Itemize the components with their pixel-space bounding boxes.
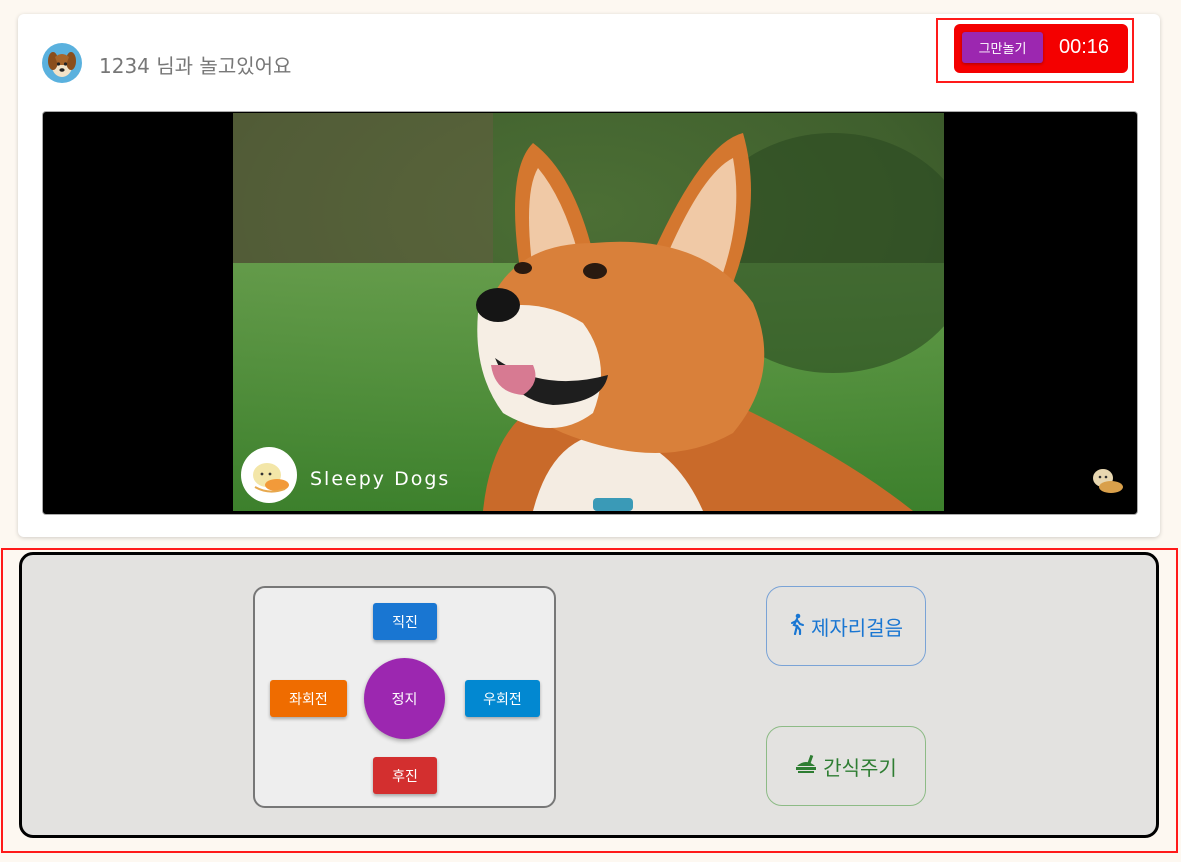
walking-person-icon bbox=[789, 613, 805, 640]
give-treat-button[interactable]: 간식주기 bbox=[766, 726, 926, 806]
elapsed-timer: 00:16 bbox=[1059, 36, 1110, 58]
forward-button[interactable]: 직진 bbox=[373, 603, 437, 640]
video-stream: Sleepy Dogs bbox=[42, 111, 1138, 515]
food-bowl-icon bbox=[795, 754, 817, 779]
turn-right-button[interactable]: 우회전 bbox=[465, 680, 540, 717]
session-title: 1234 님과 놀고있어요 bbox=[99, 54, 292, 78]
timer-box: 그만놀기 00:16 bbox=[954, 24, 1128, 73]
sleepy-dogs-logo bbox=[241, 447, 297, 503]
corgi-image bbox=[233, 113, 944, 511]
walk-in-place-button[interactable]: 제자리걸음 bbox=[766, 586, 926, 666]
stop-playing-button[interactable]: 그만놀기 bbox=[962, 32, 1043, 63]
video-frame: Sleepy Dogs bbox=[233, 113, 944, 511]
dog-watermark-icon bbox=[1087, 464, 1125, 500]
stop-button[interactable]: 정지 bbox=[364, 658, 445, 739]
walk-in-place-label: 제자리걸음 bbox=[811, 615, 903, 640]
turn-left-button[interactable]: 좌회전 bbox=[270, 680, 347, 717]
direction-pad: 직진 좌회전 정지 우회전 후진 bbox=[253, 586, 556, 808]
dog-avatar-icon bbox=[42, 43, 82, 83]
channel-name: Sleepy Dogs bbox=[310, 468, 451, 490]
play-session-card: 1234 님과 놀고있어요 Sleepy Dogs bbox=[18, 14, 1160, 537]
give-treat-label: 간식주기 bbox=[823, 755, 897, 780]
control-panel: 직진 좌회전 정지 우회전 후진 제자리걸음 간식주기 bbox=[19, 552, 1159, 838]
backward-button[interactable]: 후진 bbox=[373, 757, 437, 794]
